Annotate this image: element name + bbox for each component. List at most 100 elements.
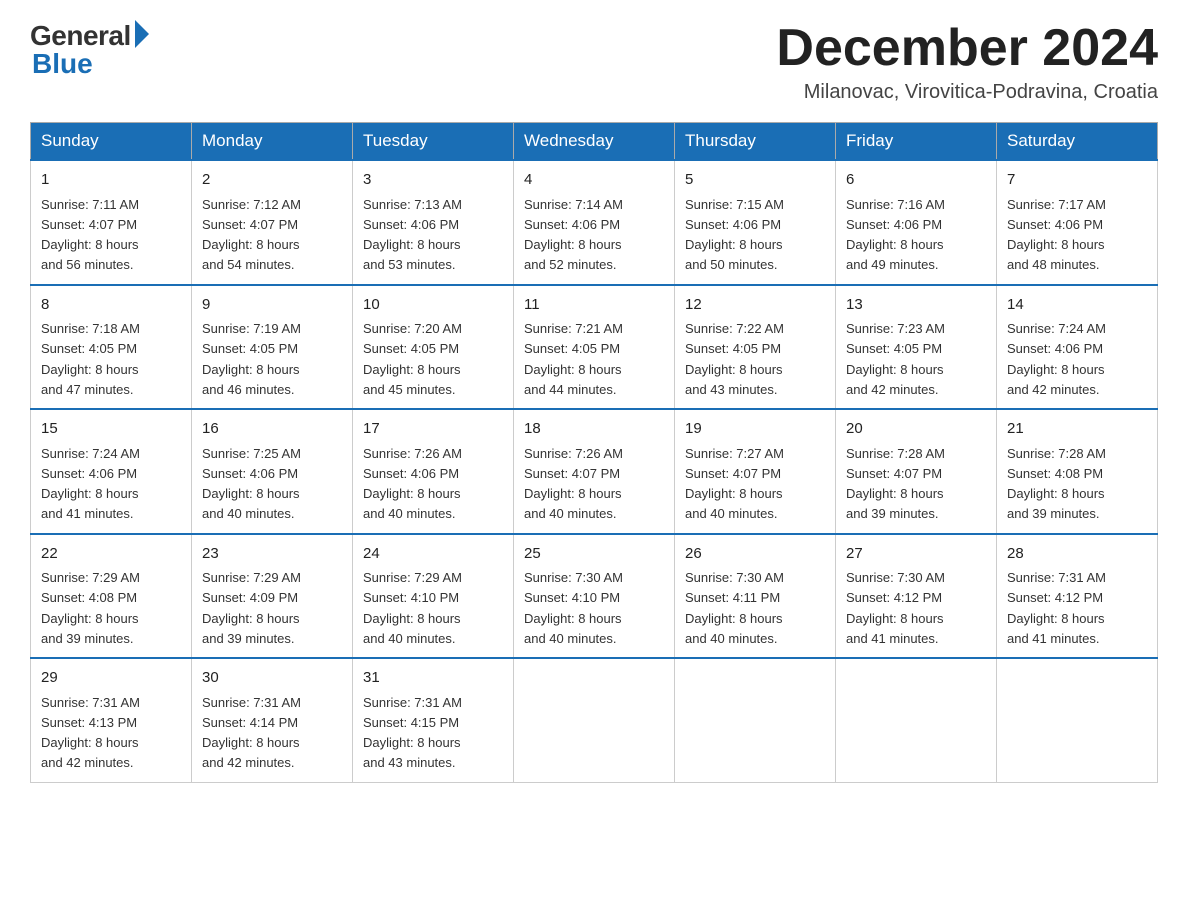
day-number: 10: [363, 294, 503, 317]
calendar-table: SundayMondayTuesdayWednesdayThursdayFrid…: [30, 122, 1158, 783]
day-info: Sunrise: 7:24 AMSunset: 4:06 PMDaylight:…: [1007, 321, 1106, 397]
header-thursday: Thursday: [675, 123, 836, 161]
day-info: Sunrise: 7:17 AMSunset: 4:06 PMDaylight:…: [1007, 197, 1106, 273]
calendar-cell: 27 Sunrise: 7:30 AMSunset: 4:12 PMDaylig…: [836, 534, 997, 659]
calendar-cell: 4 Sunrise: 7:14 AMSunset: 4:06 PMDayligh…: [514, 160, 675, 285]
day-number: 31: [363, 667, 503, 690]
calendar-cell: 6 Sunrise: 7:16 AMSunset: 4:06 PMDayligh…: [836, 160, 997, 285]
calendar-cell: 23 Sunrise: 7:29 AMSunset: 4:09 PMDaylig…: [192, 534, 353, 659]
calendar-cell: 31 Sunrise: 7:31 AMSunset: 4:15 PMDaylig…: [353, 658, 514, 782]
day-number: 29: [41, 667, 181, 690]
header-sunday: Sunday: [31, 123, 192, 161]
calendar-cell: 29 Sunrise: 7:31 AMSunset: 4:13 PMDaylig…: [31, 658, 192, 782]
day-number: 9: [202, 294, 342, 317]
day-number: 25: [524, 543, 664, 566]
day-number: 22: [41, 543, 181, 566]
day-number: 19: [685, 418, 825, 441]
day-info: Sunrise: 7:12 AMSunset: 4:07 PMDaylight:…: [202, 197, 301, 273]
day-number: 30: [202, 667, 342, 690]
calendar-cell: 11 Sunrise: 7:21 AMSunset: 4:05 PMDaylig…: [514, 285, 675, 410]
calendar-week-4: 22 Sunrise: 7:29 AMSunset: 4:08 PMDaylig…: [31, 534, 1158, 659]
day-info: Sunrise: 7:24 AMSunset: 4:06 PMDaylight:…: [41, 446, 140, 522]
header-saturday: Saturday: [997, 123, 1158, 161]
day-info: Sunrise: 7:31 AMSunset: 4:14 PMDaylight:…: [202, 695, 301, 771]
calendar-cell: 28 Sunrise: 7:31 AMSunset: 4:12 PMDaylig…: [997, 534, 1158, 659]
page-header: General Blue December 2024 Milanovac, Vi…: [30, 20, 1158, 104]
header-tuesday: Tuesday: [353, 123, 514, 161]
day-info: Sunrise: 7:31 AMSunset: 4:15 PMDaylight:…: [363, 695, 462, 771]
calendar-cell: 12 Sunrise: 7:22 AMSunset: 4:05 PMDaylig…: [675, 285, 836, 410]
calendar-cell: 16 Sunrise: 7:25 AMSunset: 4:06 PMDaylig…: [192, 409, 353, 534]
day-info: Sunrise: 7:29 AMSunset: 4:10 PMDaylight:…: [363, 570, 462, 646]
calendar-cell: 25 Sunrise: 7:30 AMSunset: 4:10 PMDaylig…: [514, 534, 675, 659]
day-info: Sunrise: 7:29 AMSunset: 4:08 PMDaylight:…: [41, 570, 140, 646]
day-info: Sunrise: 7:28 AMSunset: 4:07 PMDaylight:…: [846, 446, 945, 522]
day-number: 15: [41, 418, 181, 441]
calendar-cell: 8 Sunrise: 7:18 AMSunset: 4:05 PMDayligh…: [31, 285, 192, 410]
calendar-week-5: 29 Sunrise: 7:31 AMSunset: 4:13 PMDaylig…: [31, 658, 1158, 782]
day-number: 6: [846, 169, 986, 192]
header-friday: Friday: [836, 123, 997, 161]
calendar-week-1: 1 Sunrise: 7:11 AMSunset: 4:07 PMDayligh…: [31, 160, 1158, 285]
day-info: Sunrise: 7:30 AMSunset: 4:11 PMDaylight:…: [685, 570, 784, 646]
day-number: 14: [1007, 294, 1147, 317]
day-info: Sunrise: 7:18 AMSunset: 4:05 PMDaylight:…: [41, 321, 140, 397]
day-info: Sunrise: 7:20 AMSunset: 4:05 PMDaylight:…: [363, 321, 462, 397]
day-number: 17: [363, 418, 503, 441]
day-info: Sunrise: 7:29 AMSunset: 4:09 PMDaylight:…: [202, 570, 301, 646]
calendar-cell: 1 Sunrise: 7:11 AMSunset: 4:07 PMDayligh…: [31, 160, 192, 285]
day-number: 26: [685, 543, 825, 566]
day-info: Sunrise: 7:13 AMSunset: 4:06 PMDaylight:…: [363, 197, 462, 273]
day-info: Sunrise: 7:15 AMSunset: 4:06 PMDaylight:…: [685, 197, 784, 273]
calendar-cell: 19 Sunrise: 7:27 AMSunset: 4:07 PMDaylig…: [675, 409, 836, 534]
day-number: 8: [41, 294, 181, 317]
month-year-title: December 2024: [776, 20, 1158, 77]
logo-blue-text: Blue: [32, 48, 93, 80]
day-info: Sunrise: 7:28 AMSunset: 4:08 PMDaylight:…: [1007, 446, 1106, 522]
day-number: 21: [1007, 418, 1147, 441]
day-info: Sunrise: 7:22 AMSunset: 4:05 PMDaylight:…: [685, 321, 784, 397]
day-number: 27: [846, 543, 986, 566]
calendar-week-3: 15 Sunrise: 7:24 AMSunset: 4:06 PMDaylig…: [31, 409, 1158, 534]
day-number: 16: [202, 418, 342, 441]
calendar-cell: 18 Sunrise: 7:26 AMSunset: 4:07 PMDaylig…: [514, 409, 675, 534]
calendar-cell: 26 Sunrise: 7:30 AMSunset: 4:11 PMDaylig…: [675, 534, 836, 659]
calendar-cell: 13 Sunrise: 7:23 AMSunset: 4:05 PMDaylig…: [836, 285, 997, 410]
day-number: 24: [363, 543, 503, 566]
header-monday: Monday: [192, 123, 353, 161]
day-number: 4: [524, 169, 664, 192]
calendar-cell: [514, 658, 675, 782]
day-info: Sunrise: 7:27 AMSunset: 4:07 PMDaylight:…: [685, 446, 784, 522]
day-info: Sunrise: 7:31 AMSunset: 4:13 PMDaylight:…: [41, 695, 140, 771]
calendar-week-2: 8 Sunrise: 7:18 AMSunset: 4:05 PMDayligh…: [31, 285, 1158, 410]
day-info: Sunrise: 7:26 AMSunset: 4:07 PMDaylight:…: [524, 446, 623, 522]
day-number: 13: [846, 294, 986, 317]
day-info: Sunrise: 7:31 AMSunset: 4:12 PMDaylight:…: [1007, 570, 1106, 646]
calendar-cell: 2 Sunrise: 7:12 AMSunset: 4:07 PMDayligh…: [192, 160, 353, 285]
day-number: 18: [524, 418, 664, 441]
day-info: Sunrise: 7:14 AMSunset: 4:06 PMDaylight:…: [524, 197, 623, 273]
day-info: Sunrise: 7:19 AMSunset: 4:05 PMDaylight:…: [202, 321, 301, 397]
calendar-cell: 9 Sunrise: 7:19 AMSunset: 4:05 PMDayligh…: [192, 285, 353, 410]
title-section: December 2024 Milanovac, Virovitica-Podr…: [776, 20, 1158, 104]
calendar-cell: 20 Sunrise: 7:28 AMSunset: 4:07 PMDaylig…: [836, 409, 997, 534]
calendar-cell: 24 Sunrise: 7:29 AMSunset: 4:10 PMDaylig…: [353, 534, 514, 659]
day-info: Sunrise: 7:25 AMSunset: 4:06 PMDaylight:…: [202, 446, 301, 522]
calendar-cell: [997, 658, 1158, 782]
logo: General Blue: [30, 20, 149, 80]
calendar-cell: 10 Sunrise: 7:20 AMSunset: 4:05 PMDaylig…: [353, 285, 514, 410]
day-number: 23: [202, 543, 342, 566]
day-number: 3: [363, 169, 503, 192]
calendar-cell: 21 Sunrise: 7:28 AMSunset: 4:08 PMDaylig…: [997, 409, 1158, 534]
calendar-cell: 3 Sunrise: 7:13 AMSunset: 4:06 PMDayligh…: [353, 160, 514, 285]
header-wednesday: Wednesday: [514, 123, 675, 161]
calendar-cell: [675, 658, 836, 782]
calendar-cell: 15 Sunrise: 7:24 AMSunset: 4:06 PMDaylig…: [31, 409, 192, 534]
calendar-cell: 17 Sunrise: 7:26 AMSunset: 4:06 PMDaylig…: [353, 409, 514, 534]
location-subtitle: Milanovac, Virovitica-Podravina, Croatia: [776, 81, 1158, 104]
calendar-cell: 22 Sunrise: 7:29 AMSunset: 4:08 PMDaylig…: [31, 534, 192, 659]
calendar-cell: 30 Sunrise: 7:31 AMSunset: 4:14 PMDaylig…: [192, 658, 353, 782]
logo-arrow-icon: [135, 20, 149, 48]
calendar-cell: [836, 658, 997, 782]
day-number: 1: [41, 169, 181, 192]
